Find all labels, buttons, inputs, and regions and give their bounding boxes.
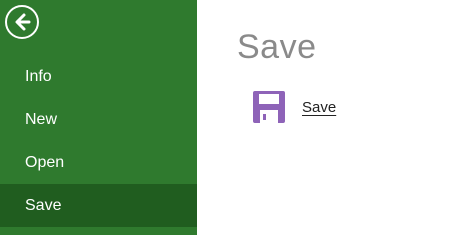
save-action-label: Save — [302, 98, 337, 116]
sidebar-item-info[interactable]: Info — [0, 55, 197, 98]
save-action-button[interactable]: Save — [252, 88, 336, 126]
page-title: Save — [237, 28, 317, 66]
sidebar-item-open[interactable]: Open — [0, 141, 197, 184]
app-window: Info New Open Save Save Save — [0, 0, 462, 235]
sidebar-item-label: Save — [25, 196, 62, 214]
sidebar-item-new[interactable]: New — [0, 98, 197, 141]
back-arrow-icon — [15, 13, 31, 31]
floppy-disk-icon — [253, 91, 285, 123]
sidebar: Info New Open Save — [0, 0, 197, 235]
sidebar-item-label: New — [25, 110, 58, 128]
main-content: Save Save — [197, 0, 462, 235]
back-button[interactable] — [5, 5, 39, 39]
sidebar-nav: Info New Open Save — [0, 55, 197, 227]
sidebar-item-label: Info — [25, 67, 52, 85]
sidebar-item-save[interactable]: Save — [0, 184, 197, 227]
sidebar-item-label: Open — [25, 153, 65, 171]
